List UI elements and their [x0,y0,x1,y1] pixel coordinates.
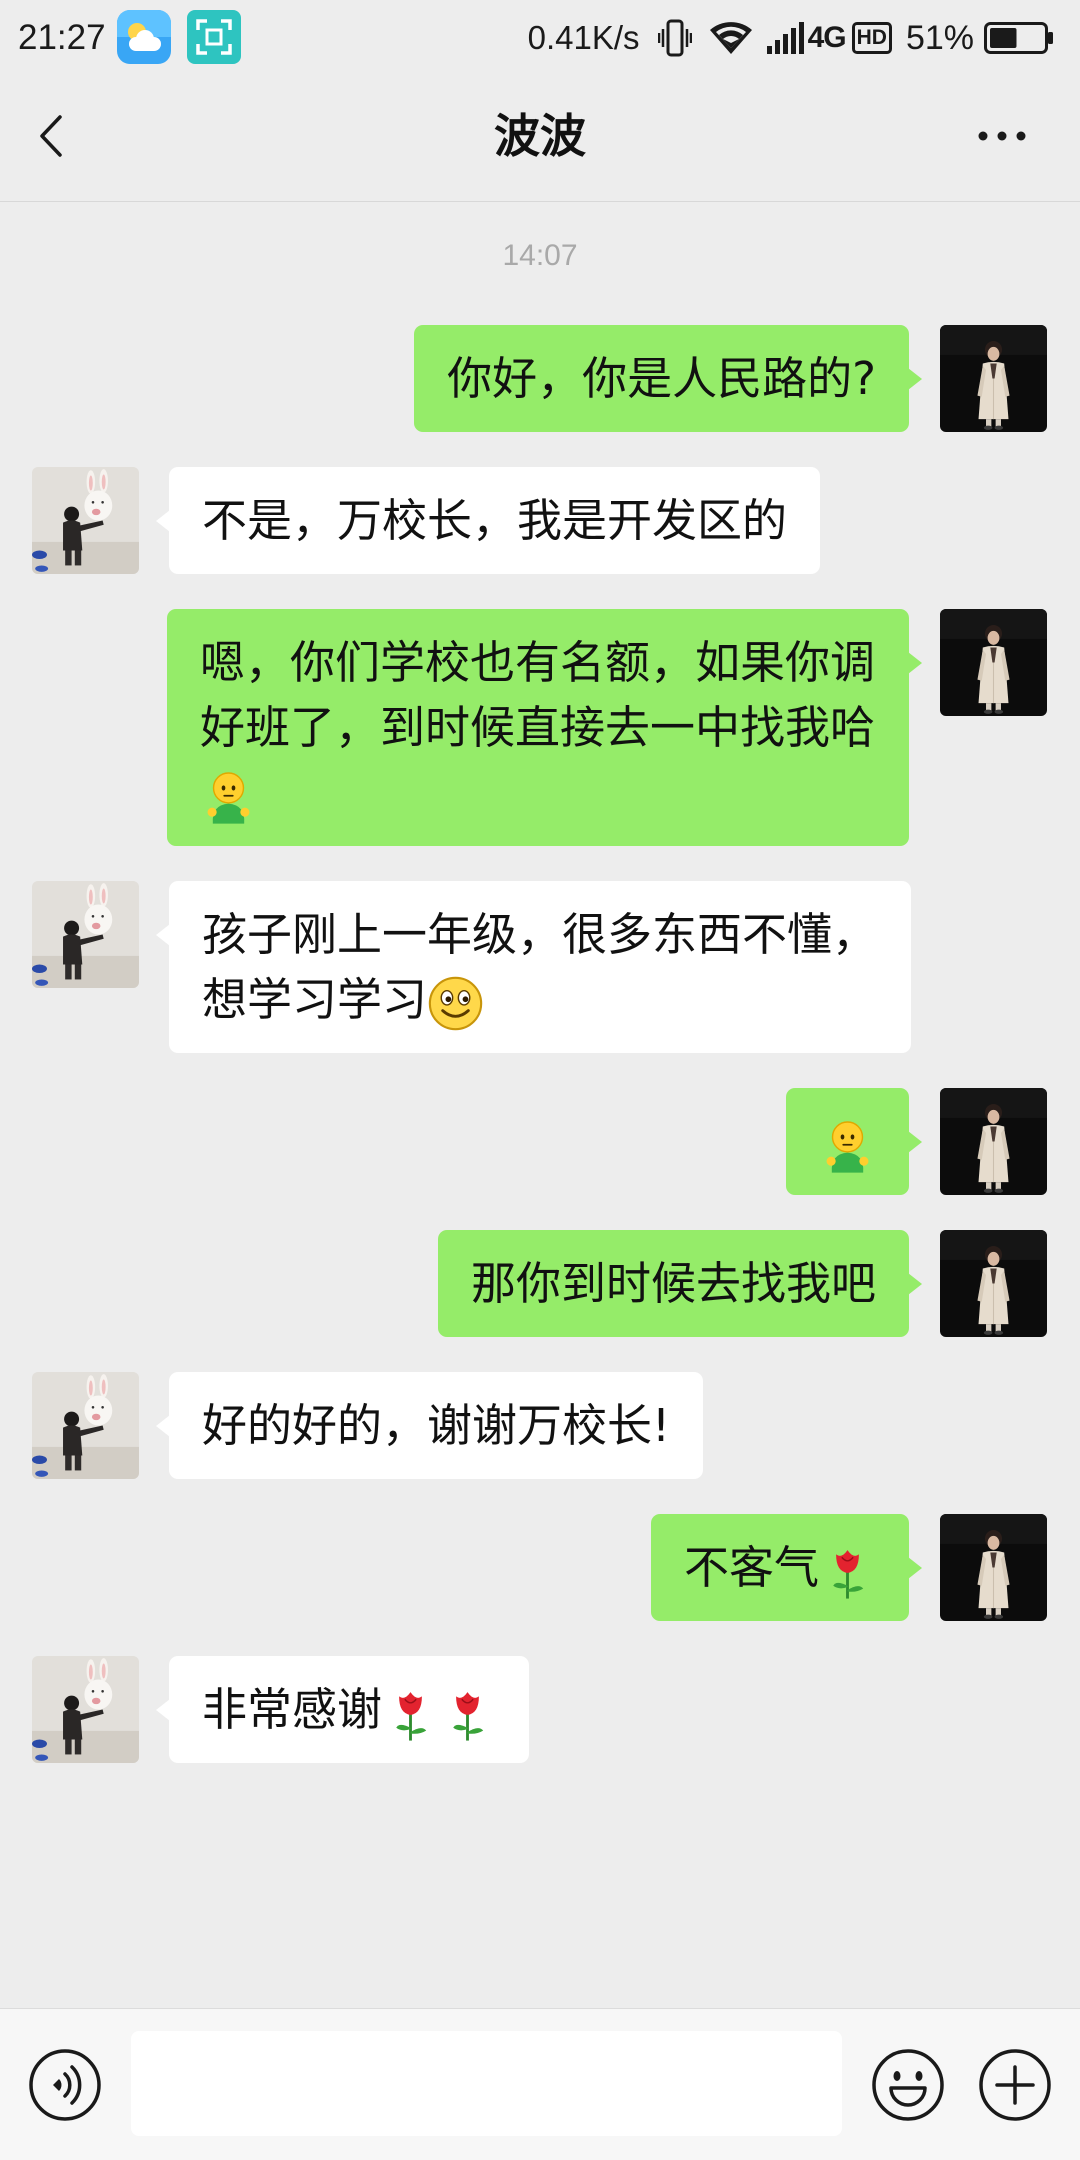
weather-app-icon [117,10,171,64]
voice-icon[interactable] [27,2047,103,2123]
sent-message-bubble[interactable] [786,1088,922,1195]
rose-emoji-icon [439,1685,496,1742]
sent-message-bubble[interactable]: 你好，你是人民路的? [414,325,922,432]
my-avatar[interactable] [940,1230,1047,1337]
message-text: 不是，万校长，我是开发区的 [202,494,788,547]
status-right-cluster: 0.41K/s 4G HD 51% [528,0,1054,76]
message-row: 不客气 [0,1514,1080,1621]
message-text: 不客气 [683,1541,819,1594]
received-message-bubble[interactable]: 孩子刚上一年级，很多东西不懂，想学习学习 [156,881,911,1053]
battery-percent: 51% [905,18,974,57]
message-row: 孩子刚上一年级，很多东西不懂，想学习学习 [0,881,1080,1053]
more-dots-icon[interactable] [970,121,1034,151]
chat-title: 波波 [494,109,586,163]
wifi-icon [708,20,754,56]
rose-emoji-icon [819,1543,876,1600]
my-avatar[interactable] [940,1514,1047,1621]
message-list[interactable]: 14:07 你好，你是人民路的? 不是，万校长，我是开发区的 嗯，你们学校也有名… [0,202,1080,2008]
message-text: 嗯，你们学校也有名额，如果你调好班了，到时候直接去一中找我哈 [200,636,876,754]
message-row: 不是，万校长，我是开发区的 [0,467,1080,574]
status-time: 21:27 [18,18,106,57]
contact-avatar[interactable] [32,467,139,574]
sent-message-bubble[interactable]: 那你到时候去找我吧 [437,1230,923,1337]
hd-badge: HD [851,22,892,54]
message-text: 那你到时候去找我吧 [470,1257,876,1310]
message-text: 非常感谢 [202,1683,383,1736]
person-emoji-icon [819,1117,876,1174]
plus-icon[interactable] [977,2047,1053,2123]
smile-emoji-icon [427,975,484,1032]
sent-message-bubble[interactable]: 不客气 [650,1514,923,1621]
scan-app-icon [187,10,241,64]
rose-emoji-icon [382,1685,439,1742]
my-avatar[interactable] [940,325,1047,432]
emoji-face-icon[interactable] [870,2047,946,2123]
cellular-signal-icon [766,20,808,56]
contact-avatar[interactable] [32,881,139,988]
my-avatar[interactable] [940,609,1047,716]
vibrate-icon [657,17,692,59]
battery-icon [984,22,1054,54]
message-text: 孩子刚上一年级，很多东西不懂，想学习学习 [202,908,878,1026]
person-emoji-icon [200,768,257,825]
received-message-bubble[interactable]: 非常感谢 [155,1656,530,1763]
message-row: 那你到时候去找我吧 [0,1230,1080,1337]
message-input[interactable] [131,2031,842,2136]
message-text: 你好，你是人民路的? [447,352,876,405]
input-bar [0,2008,1080,2160]
message-row [0,1088,1080,1195]
network-type: 4G [807,21,847,54]
contact-avatar[interactable] [32,1372,139,1479]
sent-message-bubble[interactable]: 嗯，你们学校也有名额，如果你调好班了，到时候直接去一中找我哈 [167,609,922,846]
received-message-bubble[interactable]: 好的好的，谢谢万校长! [155,1372,704,1479]
my-avatar[interactable] [940,1088,1047,1195]
chat-header: 波波 [0,76,1080,202]
back-chevron-icon[interactable] [30,111,80,161]
message-row: 好的好的，谢谢万校长! [0,1372,1080,1479]
message-row: 非常感谢 [0,1656,1080,1763]
chat-timestamp: 14:07 [502,239,578,272]
network-speed: 0.41K/s [527,19,640,56]
status-bar: 21:27 0.41K/s 4G HD 51% [0,0,1080,76]
message-text: 好的好的，谢谢万校长! [202,1399,671,1452]
message-row: 你好，你是人民路的? [0,325,1080,432]
contact-avatar[interactable] [32,1656,139,1763]
received-message-bubble[interactable]: 不是，万校长，我是开发区的 [155,467,821,574]
message-row: 嗯，你们学校也有名额，如果你调好班了，到时候直接去一中找我哈 [0,609,1080,846]
